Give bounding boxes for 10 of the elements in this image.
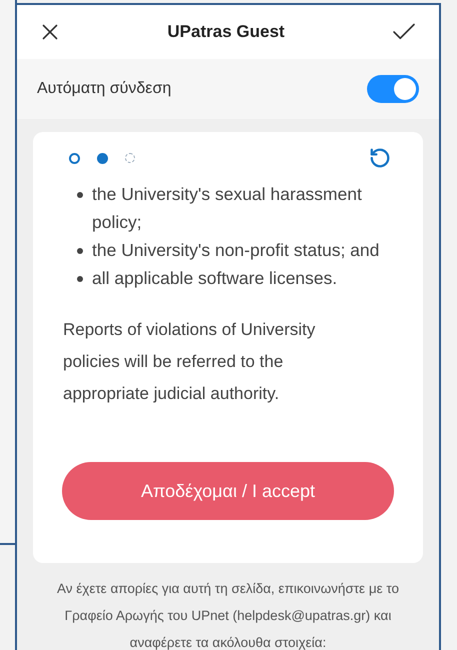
accept-button[interactable]: Αποδέχομαι / I accept (62, 462, 394, 520)
window-title: UPatras Guest (166, 21, 286, 44)
bullet-text: all applicable software licenses. (92, 267, 338, 290)
reset-icon[interactable] (369, 147, 391, 169)
toggle-switch[interactable] (367, 75, 419, 103)
bullet-text: the University's sexual harassment policy; (92, 183, 363, 234)
help-text: Αν έχετε απορίες για αυτή τη σελίδα, επικοινωνήστε με το Γραφείο Αρωγής του UPnet (helpdesk@upatras.gr) και αναφέρετε τα ακόλουθα στοιχεία: (56, 580, 400, 650)
auto-connect-label: Αυτόματη σύνδεση (37, 79, 172, 99)
bullet-text: the University's non-profit status; and (92, 239, 380, 262)
policy-paragraph: Reports of violations of University policies will be referred to the appropriate judicial authority. (62, 319, 316, 405)
